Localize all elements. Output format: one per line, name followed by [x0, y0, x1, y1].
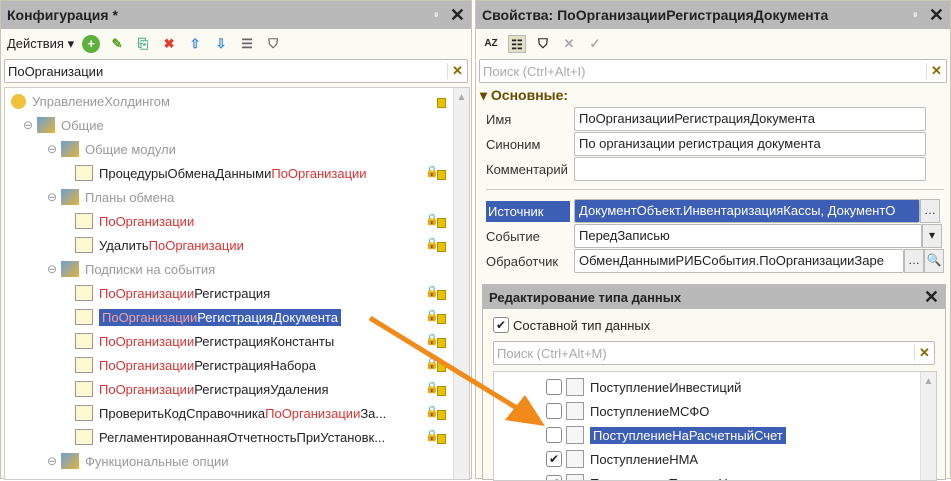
annotation-arrow: [0, 0, 951, 479]
